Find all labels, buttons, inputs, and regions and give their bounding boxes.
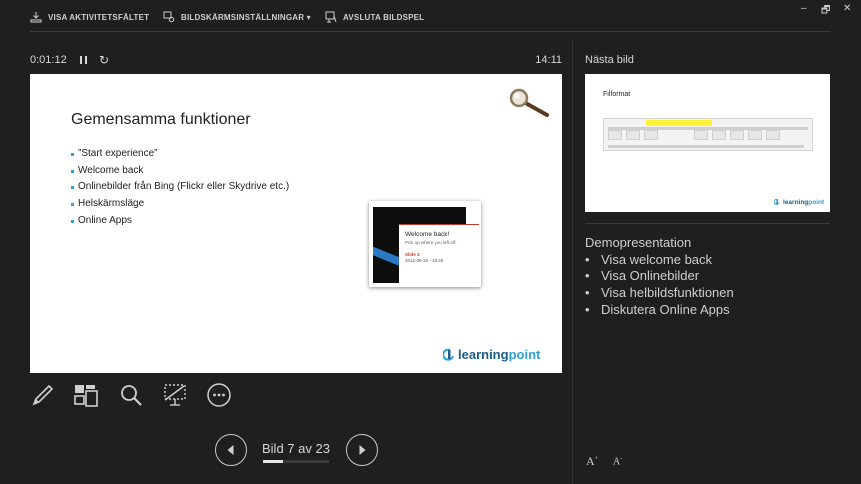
current-time: 14:11	[535, 54, 562, 66]
end-slideshow-button[interactable]: AVSLUTA BILDSPEL	[325, 10, 424, 24]
close-button[interactable]: ✕	[843, 3, 851, 14]
show-taskbar-button[interactable]: VISA AKTIVITETSFÄLTET	[30, 10, 149, 24]
pause-icon	[80, 56, 82, 64]
notes-divider	[585, 223, 830, 224]
search-icon	[121, 385, 142, 406]
presenter-toolbar: VISA AKTIVITETSFÄLTET BILDSKÄRMSINSTÄLLN…	[0, 0, 861, 32]
black-screen-button[interactable]	[162, 382, 188, 408]
next-slide-preview[interactable]: Filformat learning point	[585, 74, 830, 212]
ribbon-screenshot	[603, 118, 813, 151]
welcome-back-card: Welcome back! Pick up where you left off…	[369, 201, 481, 287]
previous-icon	[227, 445, 234, 455]
restore-button[interactable]: 🗗	[821, 3, 830, 20]
display-settings-button[interactable]: BILDSKÄRMSINSTÄLLNINGAR ▾	[163, 10, 311, 24]
slide-counter[interactable]: Bild 7 av 23	[262, 441, 330, 456]
slide-progress-bar	[263, 460, 329, 463]
bullet-item: Online Apps	[71, 213, 289, 230]
previous-slide-button[interactable]	[215, 434, 247, 466]
next-icon	[359, 445, 366, 455]
end-slideshow-label: AVSLUTA BILDSPEL	[343, 12, 425, 22]
notes-item: • Visa welcome back	[585, 251, 713, 267]
show-taskbar-label: VISA AKTIVITETSFÄLTET	[48, 12, 150, 22]
next-slide-label: Nästa bild	[585, 54, 634, 66]
end-slideshow-icon	[325, 11, 337, 23]
bullet-item: ”Start experience”	[71, 146, 289, 163]
minimize-button[interactable]: –	[801, 3, 807, 14]
next-slide-logo: learning point	[774, 198, 824, 206]
notes-list: • Visa welcome back • Visa Onlinebilder • V…	[585, 252, 734, 319]
display-settings-icon	[163, 11, 175, 23]
pen-tool-button[interactable]	[30, 382, 56, 408]
pen-icon	[32, 384, 54, 406]
taskbar-icon	[30, 12, 42, 23]
welcome-slide-ref: Slide 3	[405, 252, 420, 257]
speaker-notes[interactable]: Demopresentation • Visa welcome back • Vis…	[585, 235, 734, 319]
welcome-timestamp: 2012-09-16 - 18:46	[405, 258, 444, 263]
restart-timer-button[interactable]: ↻	[99, 53, 109, 67]
black-screen-icon	[164, 384, 186, 406]
decrease-font-button[interactable]: A-	[613, 456, 622, 467]
slide-bullets: ”Start experience” Welcome back Onlinebi…	[71, 146, 289, 229]
slide-progress-fill	[263, 460, 283, 463]
bullet-item: Onlinebilder från Bing (Flickr eller Sky…	[71, 179, 289, 196]
more-options-icon	[207, 383, 231, 407]
more-options-button[interactable]	[206, 382, 232, 408]
welcome-subtitle: Pick up where you left off:	[405, 240, 457, 245]
welcome-title: Welcome back!	[405, 231, 450, 238]
next-slide-button[interactable]	[346, 434, 378, 466]
learningpoint-logo: learning point	[443, 347, 540, 362]
elapsed-timer: 0:01:12	[30, 54, 67, 66]
display-settings-label: BILDSKÄRMSINSTÄLLNINGAR ▾	[181, 12, 311, 22]
notes-heading: Demopresentation	[585, 235, 692, 250]
bullet-item: Welcome back	[71, 163, 289, 180]
grid-icon	[74, 385, 98, 407]
toolbar-divider	[30, 31, 831, 32]
logo-mark-icon	[774, 198, 780, 205]
zoom-button[interactable]	[118, 382, 144, 408]
pane-divider[interactable]	[572, 40, 573, 484]
logo-mark-icon	[443, 348, 454, 361]
welcome-back-panel: Welcome back! Pick up where you left off…	[399, 224, 479, 283]
pause-timer-button[interactable]	[79, 54, 89, 66]
notes-item: • Visa Onlinebilder	[585, 268, 700, 284]
next-slide-title: Filformat	[603, 91, 631, 98]
bullet-item: Helskärmsläge	[71, 196, 289, 213]
increase-font-button[interactable]: A+	[586, 454, 598, 469]
see-all-slides-button[interactable]	[73, 382, 99, 408]
notes-item: • Visa helbildsfunktionen	[585, 285, 734, 301]
current-slide[interactable]: Gemensamma funktioner ”Start experience”…	[30, 74, 562, 373]
magnifier-icon	[509, 88, 549, 117]
notes-item: • Diskutera Online Apps	[585, 301, 730, 317]
slide-title: Gemensamma funktioner	[71, 111, 251, 128]
